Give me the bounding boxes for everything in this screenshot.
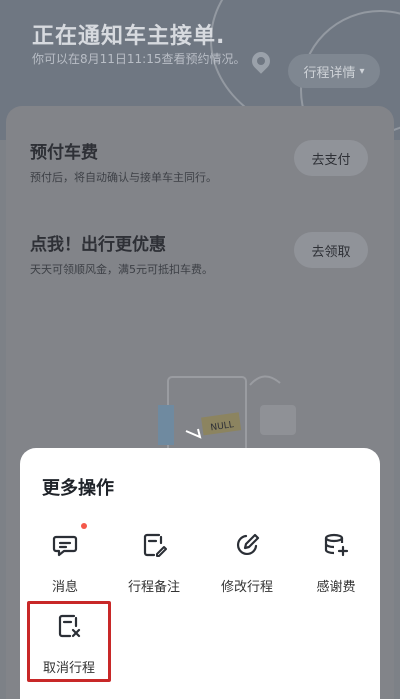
action-label: 消息 bbox=[51, 580, 78, 595]
edit-trip-icon bbox=[237, 533, 260, 555]
message-icon bbox=[52, 535, 78, 557]
page-title: 正在通知车主接单. bbox=[32, 24, 226, 49]
pay-button[interactable]: 去支付 bbox=[294, 140, 368, 176]
action-label: 修改行程 bbox=[220, 580, 273, 595]
cancel-trip-highlight bbox=[27, 601, 111, 682]
note-edit-icon bbox=[143, 533, 167, 557]
promo-row: 点我！出行更优惠 天天可领顺风金，满5元可抵扣车费。 去领取 bbox=[30, 230, 370, 277]
action-label: 行程备注 bbox=[127, 580, 180, 595]
claim-button[interactable]: 去领取 bbox=[294, 232, 368, 268]
coins-add-icon bbox=[324, 533, 349, 557]
prepay-row: 预付车费 预付后，将自动确认与接单车主同行。 去支付 bbox=[30, 138, 370, 185]
action-label: 感谢费 bbox=[316, 580, 356, 595]
action-message[interactable]: 消息 bbox=[25, 532, 105, 595]
empty-state-illustration: NULL bbox=[158, 375, 296, 455]
action-trip-note[interactable]: 行程备注 bbox=[114, 532, 194, 595]
trip-detail-label: 行程详情 bbox=[303, 65, 356, 81]
trip-detail-button[interactable]: 行程详情 ▾ bbox=[288, 54, 380, 88]
sheet-title: 更多操作 bbox=[42, 478, 114, 499]
action-thanks-fee[interactable]: 感谢费 bbox=[296, 532, 376, 595]
unread-badge bbox=[81, 523, 87, 529]
chevron-down-icon: ▾ bbox=[359, 65, 365, 77]
page-subtitle: 你可以在8月11日11:15查看预约情况。 bbox=[32, 52, 246, 66]
action-modify-trip[interactable]: 修改行程 bbox=[207, 532, 287, 595]
